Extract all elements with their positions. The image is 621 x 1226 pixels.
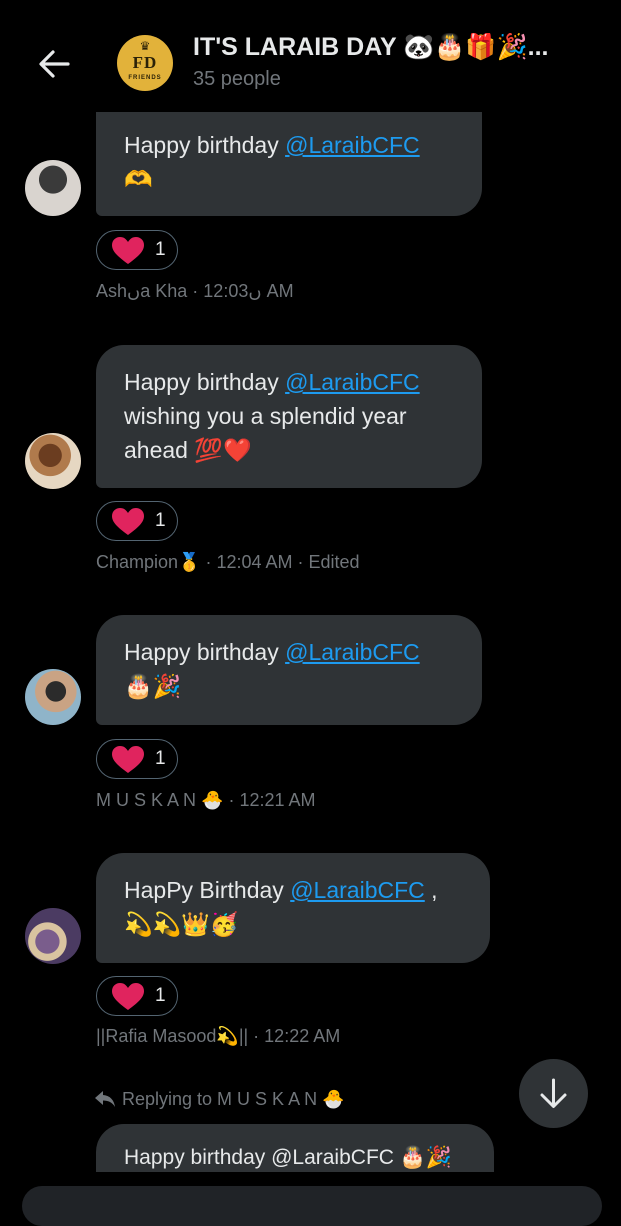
- message-text: Happy birthday: [124, 369, 286, 395]
- mention-link[interactable]: @LaraibCFC: [285, 639, 420, 665]
- message-text: HapPy Birthday: [124, 877, 291, 903]
- heart-icon: [112, 746, 144, 773]
- sender-avatar[interactable]: [25, 160, 81, 216]
- reaction-chip[interactable]: 1: [96, 230, 178, 270]
- group-avatar-subtext: FRIENDS: [128, 75, 162, 81]
- reaction-count: 1: [155, 748, 166, 769]
- replying-to-indicator[interactable]: Replying to M U S K A N 🐣: [94, 1089, 345, 1110]
- participant-count[interactable]: 35 people: [193, 68, 281, 91]
- reaction-count: 1: [155, 985, 166, 1006]
- reaction-count: 1: [155, 510, 166, 531]
- message-emoji-text: 🫶: [124, 166, 153, 192]
- sender-avatar[interactable]: [25, 433, 81, 489]
- message-meta: M U S K A N 🐣 · 12:21 AM: [96, 790, 316, 810]
- scroll-to-bottom-button[interactable]: [519, 1059, 588, 1128]
- reaction-chip[interactable]: 1: [96, 739, 178, 779]
- sender-avatar[interactable]: [25, 908, 81, 964]
- conversation-header: ♛ FD FRIENDS IT'S LARAIB DAY 🐼🎂🎁🎉... 35 …: [0, 0, 621, 112]
- message-bubble[interactable]: Happy birthday @LaraibCFC 🎂🎉: [96, 615, 482, 725]
- message-meta: Ashںa Kha · ں12:03 AM: [96, 281, 294, 301]
- message-bubble[interactable]: Happy birthday @LaraibCFC wishing you a …: [96, 345, 482, 488]
- back-arrow-icon[interactable]: [34, 44, 74, 84]
- heart-icon: [112, 508, 144, 535]
- mention-link[interactable]: @LaraibCFC: [285, 369, 420, 395]
- message-bubble[interactable]: Happy birthday @LaraibCFC 🫶: [96, 112, 482, 216]
- reaction-chip[interactable]: 1: [96, 501, 178, 541]
- message-bubble[interactable]: Happy birthday @LaraibCFC 🎂🎉: [96, 1124, 494, 1172]
- message-emoji-text: wishing you a splendid year ahead 💯❤️: [124, 403, 407, 463]
- message-text: Happy birthday: [124, 639, 286, 665]
- crown-icon: ♛: [139, 39, 151, 53]
- mention-link[interactable]: @LaraibCFC: [290, 877, 425, 903]
- message-emoji-text: 🎂🎉: [124, 673, 182, 699]
- reply-arrow-icon: [95, 1091, 115, 1107]
- heart-icon: [112, 983, 144, 1010]
- sender-avatar[interactable]: [25, 669, 81, 725]
- message-meta: ||Rafia Masood💫|| · 12:22 AM: [96, 1026, 341, 1046]
- heart-icon: [112, 237, 144, 264]
- group-avatar-monogram: FD: [132, 53, 158, 72]
- message-bubble[interactable]: HapPy Birthday @LaraibCFC ,💫💫👑🥳: [96, 853, 490, 963]
- reaction-count: 1: [155, 239, 166, 260]
- group-avatar[interactable]: ♛ FD FRIENDS: [117, 35, 173, 91]
- arrow-down-icon: [540, 1078, 567, 1108]
- replying-to-text: Replying to M U S K A N 🐣: [122, 1089, 345, 1109]
- conversation-title[interactable]: IT'S LARAIB DAY 🐼🎂🎁🎉...: [193, 33, 613, 62]
- message-text: Happy birthday: [124, 132, 286, 158]
- mention-link[interactable]: @LaraibCFC: [285, 132, 420, 158]
- message-meta: Champion🥇 · 12:04 AM · Edited: [96, 552, 360, 572]
- message-composer[interactable]: [22, 1186, 602, 1226]
- reaction-chip[interactable]: 1: [96, 976, 178, 1016]
